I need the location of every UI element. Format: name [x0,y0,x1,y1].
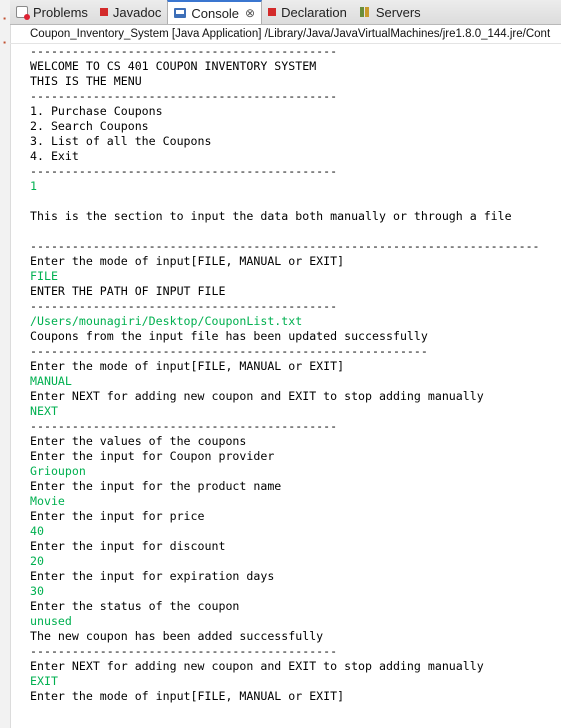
console-output-line: ----------------------------------------… [30,239,540,253]
tab-console[interactable]: Console ⊗ [167,0,263,24]
console-output-line: ----------------------------------------… [30,299,338,313]
tab-label: Console [191,5,240,21]
tab-label: Problems [33,4,88,20]
console-output-line: Enter the mode of input[FILE, MANUAL or … [30,359,345,373]
console-output-line: Enter the input for discount [30,539,226,553]
console-output-line: 3. List of all the Coupons [30,134,212,148]
console-output-line: ----------------------------------------… [30,419,338,433]
console-output-line: ENTER THE PATH OF INPUT FILE [30,284,226,298]
console-output-line: ----------------------------------------… [30,344,428,358]
console-output-line: Enter the mode of input[FILE, MANUAL or … [30,254,345,268]
console-output-line: 1. Purchase Coupons [30,104,163,118]
console-output-line: The new coupon has been added successful… [30,629,324,643]
view-tab-bar: Problems Javadoc Console ⊗ Declaration S… [10,0,561,25]
javadoc-icon [99,8,108,16]
tab-label: Javadoc [112,4,162,20]
console-output-line: Enter the values of the coupons [30,434,247,448]
tab-declaration[interactable]: Declaration [262,0,353,24]
console-input-line: Grioupon [30,464,86,478]
console-output-line: Enter the input for price [30,509,205,523]
console-input-line: 30 [30,584,44,598]
console-icon [174,8,187,18]
console-input-line: /Users/mounagiri/Desktop/CouponList.txt [30,314,303,328]
gutter-marker-icon: ▪ [3,14,6,23]
console-input-line: MANUAL [30,374,72,388]
tab-servers[interactable]: Servers [353,0,427,24]
console-output-line: THIS IS THE MENU [30,74,142,88]
console-input-line: Movie [30,494,65,508]
console-output-line: Enter NEXT for adding new coupon and EXI… [30,659,484,673]
console-input-line: EXIT [30,674,58,688]
console-output-line: This is the section to input the data bo… [30,209,512,223]
gutter-marker-icon: ▪ [3,38,6,47]
console-input-line: FILE [30,269,58,283]
launch-description: Coupon_Inventory_System [Java Applicatio… [10,25,561,44]
tab-problems[interactable]: Problems [10,0,94,24]
console-input-line: 40 [30,524,44,538]
console-output-line: ----------------------------------------… [30,44,338,58]
console-output-line: Enter the input for Coupon provider [30,449,275,463]
console-input-line: 1 [30,179,37,193]
tab-label: Servers [375,4,421,20]
console-output-line: Coupons from the input file has been upd… [30,329,428,343]
console-input-line: 20 [30,554,44,568]
console-output-line: ----------------------------------------… [30,644,338,658]
console-output-line: 2. Search Coupons [30,119,149,133]
servers-icon [359,6,371,18]
console-output-line: ----------------------------------------… [30,164,338,178]
console-output-line: 4. Exit [30,149,79,163]
console-input-line: NEXT [30,404,58,418]
console-output-line: Enter the input for expiration days [30,569,275,583]
console-input-line: unused [30,614,72,628]
problems-icon [16,6,30,20]
tab-label: Declaration [281,4,347,20]
console-output-line: Enter the status of the coupon [30,599,240,613]
declaration-icon [268,8,277,16]
console-output-line: ----------------------------------------… [30,89,338,103]
console-output-line: Enter the mode of input[FILE, MANUAL or … [30,689,345,703]
tab-javadoc[interactable]: Javadoc [94,0,167,24]
left-gutter: ▪ ▪ [0,0,11,728]
console-output[interactable]: ----------------------------------------… [30,44,561,728]
console-output-line: WELCOME TO CS 401 COUPON INVENTORY SYSTE… [30,59,317,73]
close-icon[interactable]: ⊗ [245,6,255,20]
console-output-line: Enter NEXT for adding new coupon and EXI… [30,389,484,403]
console-output-line: Enter the input for the product name [30,479,282,493]
